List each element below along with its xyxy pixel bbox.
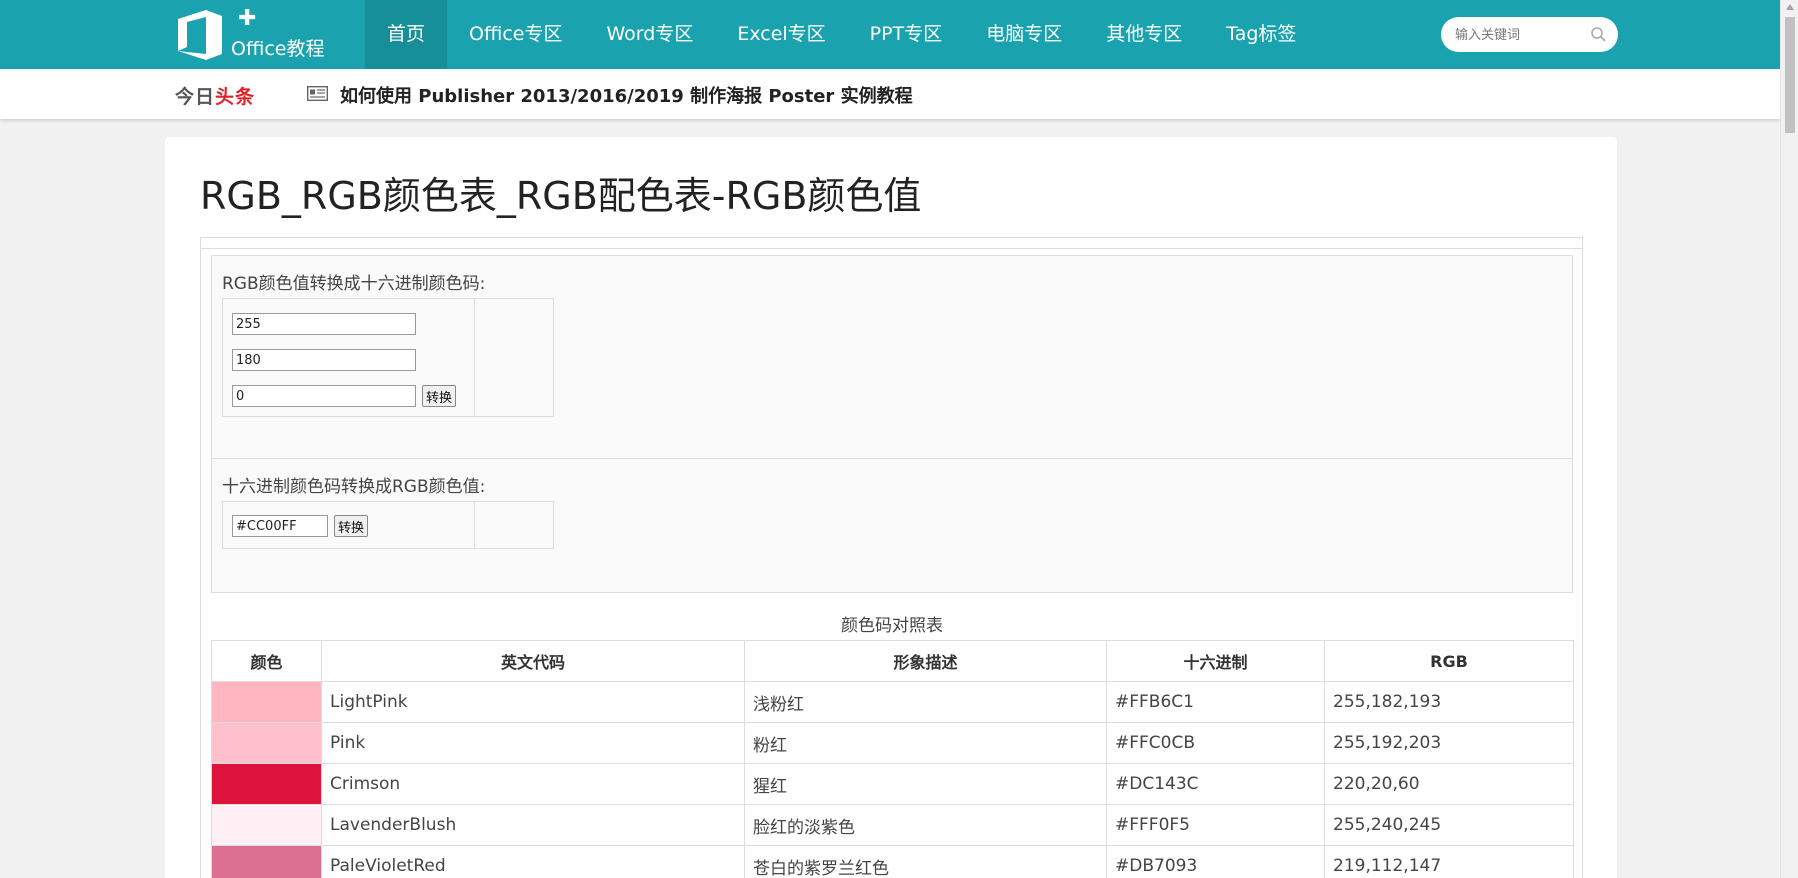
column-header-color: 颜色 — [211, 640, 322, 682]
color-swatch — [211, 763, 322, 805]
hex-convert-button[interactable]: 转换 — [334, 515, 368, 537]
color-name-cell: PaleVioletRed — [321, 845, 745, 878]
rgb-to-hex-form: 转换 — [222, 298, 554, 417]
rgb-value-cell: 255,240,245 — [1324, 804, 1574, 846]
color-description-cell: 苍白的紫罗兰红色 — [744, 845, 1107, 878]
color-swatch — [211, 681, 322, 723]
color-name-cell: Pink — [321, 722, 745, 764]
rgb-value-cell: 255,182,193 — [1324, 681, 1574, 723]
main-content: RGB_RGB颜色表_RGB配色表-RGB颜色值 RGB颜色值转换成十六进制颜色… — [165, 137, 1617, 878]
nav-item-tags[interactable]: Tag标签 — [1204, 0, 1318, 69]
column-header-description: 形象描述 — [744, 640, 1107, 682]
color-code-table: 颜色 英文代码 形象描述 十六进制 RGB LightPink 浅粉红 #FFB6C… — [211, 640, 1574, 878]
hex-to-rgb-form: 转换 — [222, 501, 554, 549]
red-value-input[interactable] — [232, 313, 416, 335]
table-header-row: 颜色 英文代码 形象描述 十六进制 RGB — [211, 640, 1574, 682]
color-name-cell: LavenderBlush — [321, 804, 745, 846]
rgb-value-cell: 220,20,60 — [1324, 763, 1574, 805]
top-navbar: ✚ Office教程 首页 Office专区 Word专区 Excel专区 PP… — [0, 0, 1780, 69]
color-swatch — [211, 845, 322, 878]
hex-code-cell: #FFF0F5 — [1106, 804, 1325, 846]
color-description-cell: 浅粉红 — [744, 681, 1107, 723]
news-icon — [307, 86, 328, 101]
rgb-result-cell — [474, 502, 554, 548]
page-title: RGB_RGB颜色表_RGB配色表-RGB颜色值 — [200, 174, 922, 218]
column-header-rgb: RGB — [1324, 640, 1574, 682]
table-row: Crimson 猩红 #DC143C 220,20,60 — [211, 763, 1574, 805]
converter-panel: RGB颜色值转换成十六进制颜色码: 转换 十六进制颜色码转换成RGB颜色值: 转… — [211, 255, 1573, 593]
hex-code-cell: #DC143C — [1106, 763, 1325, 805]
hex-code-cell: #DB7093 — [1106, 845, 1325, 878]
site-logo[interactable]: ✚ Office教程 — [178, 6, 338, 64]
green-value-input[interactable] — [232, 349, 416, 371]
headline-bar: 今日头条 如何使用 Publisher 2013/2016/2019 制作海报 … — [0, 69, 1780, 119]
hex-code-cell: #FFC0CB — [1106, 722, 1325, 764]
rgb-value-cell: 255,192,203 — [1324, 722, 1574, 764]
column-header-hex: 十六进制 — [1106, 640, 1325, 682]
table-row: PaleVioletRed 苍白的紫罗兰红色 #DB7093 219,112,147 — [211, 845, 1574, 878]
search-input[interactable] — [1455, 25, 1585, 45]
nav-item-office[interactable]: Office专区 — [447, 0, 584, 69]
nav-item-other[interactable]: 其他专区 — [1084, 0, 1204, 69]
rgb-value-cell: 219,112,147 — [1324, 845, 1574, 878]
hex-code-cell: #FFB6C1 — [1106, 681, 1325, 723]
color-name-cell: LightPink — [321, 681, 745, 723]
nav-item-word[interactable]: Word专区 — [584, 0, 715, 69]
container-top-strip — [201, 238, 1582, 249]
scroll-up-icon[interactable] — [1786, 4, 1794, 10]
today-headline-label: 今日头条 — [175, 86, 256, 108]
blue-value-input[interactable] — [232, 385, 416, 407]
color-name-cell: Crimson — [321, 763, 745, 805]
nav-item-home[interactable]: 首页 — [365, 0, 448, 69]
color-table-caption: 颜色码对照表 — [841, 616, 943, 636]
main-nav: 首页 Office专区 Word专区 Excel专区 PPT专区 电脑专区 其他… — [365, 0, 1318, 69]
color-description-cell: 脸红的淡紫色 — [744, 804, 1107, 846]
table-row: LavenderBlush 脸红的淡紫色 #FFF0F5 255,240,245 — [211, 804, 1574, 846]
color-description-cell: 猩红 — [744, 763, 1107, 805]
office-logo-icon — [178, 10, 222, 60]
page-scrollbar[interactable] — [1780, 0, 1798, 878]
nav-item-ppt[interactable]: PPT专区 — [848, 0, 965, 69]
rgb-convert-button[interactable]: 转换 — [422, 385, 456, 407]
color-swatch — [211, 722, 322, 764]
table-row: Pink 粉红 #FFC0CB 255,192,203 — [211, 722, 1574, 764]
column-header-name: 英文代码 — [321, 640, 745, 682]
color-description-cell: 粉红 — [744, 722, 1107, 764]
section-divider — [212, 458, 1572, 459]
tool-container: RGB颜色值转换成十六进制颜色码: 转换 十六进制颜色码转换成RGB颜色值: 转… — [200, 237, 1583, 878]
hex-result-cell — [474, 299, 554, 416]
search-box — [1441, 17, 1618, 52]
search-icon[interactable] — [1590, 26, 1607, 43]
rgb-to-hex-label: RGB颜色值转换成十六进制颜色码: — [222, 274, 486, 294]
hex-to-rgb-label: 十六进制颜色码转换成RGB颜色值: — [222, 477, 486, 497]
nav-item-excel[interactable]: Excel专区 — [715, 0, 847, 69]
table-row: LightPink 浅粉红 #FFB6C1 255,182,193 — [211, 681, 1574, 723]
hex-value-input[interactable] — [232, 515, 328, 537]
headline-link[interactable]: 如何使用 Publisher 2013/2016/2019 制作海报 Poste… — [340, 82, 913, 108]
plus-icon: ✚ — [238, 6, 257, 31]
logo-text: Office教程 — [231, 38, 325, 60]
color-swatch — [211, 804, 322, 846]
scrollbar-thumb[interactable] — [1785, 17, 1795, 133]
nav-item-computer[interactable]: 电脑专区 — [964, 0, 1084, 69]
